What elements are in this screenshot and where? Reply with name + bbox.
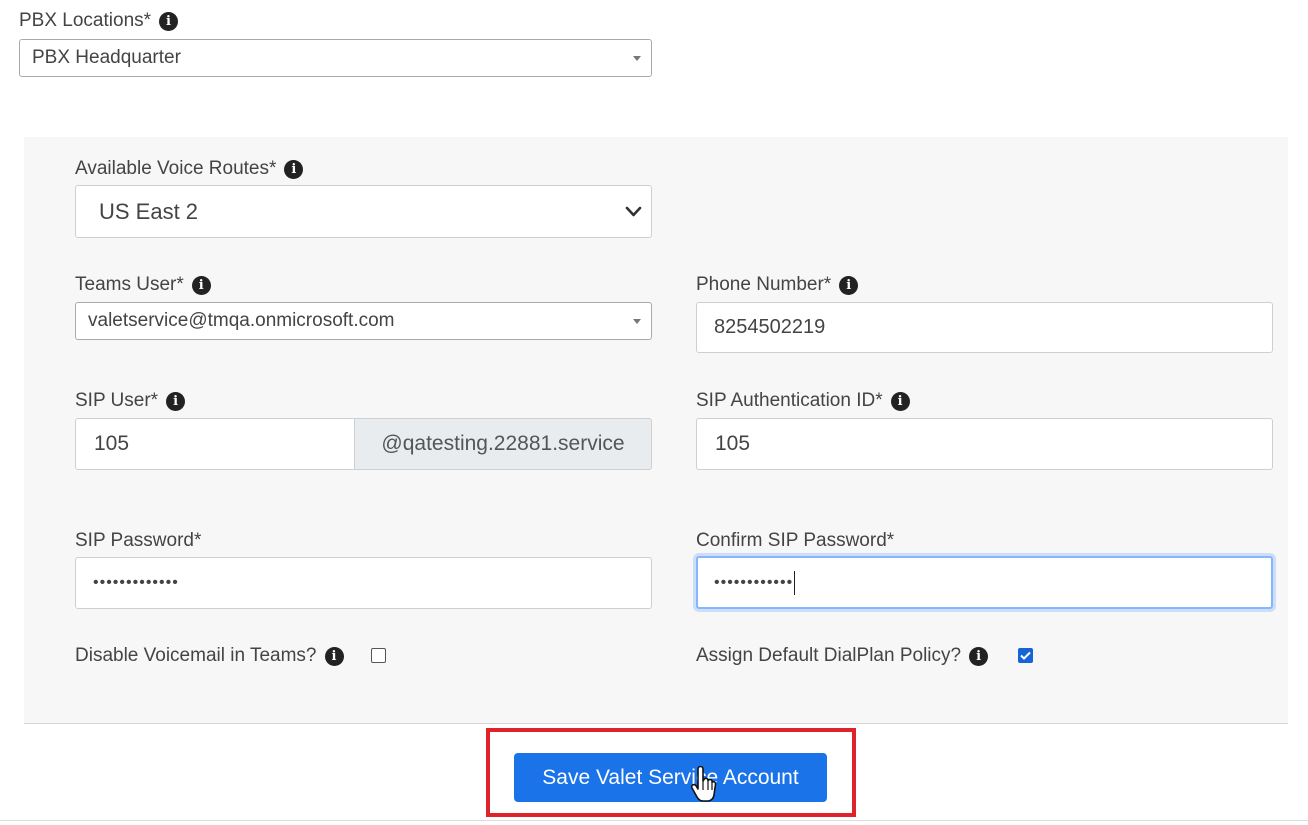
phone-number-label: Phone Number* i (696, 274, 859, 296)
text-cursor (794, 570, 796, 595)
sip-auth-id-input[interactable]: 105 (696, 418, 1273, 470)
sip-auth-id-value: 105 (715, 432, 751, 455)
phone-number-input[interactable]: 8254502219 (696, 302, 1273, 353)
info-icon[interactable]: i (324, 646, 344, 666)
default-dialplan-label: Assign Default DialPlan Policy? i (696, 645, 989, 667)
teams-user-label-text: Teams User* (75, 274, 184, 295)
save-valet-service-account-button[interactable]: Save Valet Service Account (514, 753, 827, 802)
phone-number-label-text: Phone Number* (696, 274, 832, 295)
chevron-down-icon (625, 206, 642, 217)
disable-voicemail-label-text: Disable Voicemail in Teams? (75, 645, 317, 666)
sip-user-domain-text: @qatesting.22881.service (381, 432, 625, 455)
save-button-label: Save Valet Service Account (542, 765, 799, 789)
sip-password-label-text: SIP Password* (75, 530, 202, 551)
confirm-sip-password-label: Confirm SIP Password* (696, 530, 894, 552)
voice-routes-label: Available Voice Routes* i (75, 158, 304, 180)
pbx-locations-select[interactable]: PBX Headquarter (19, 39, 652, 77)
sip-auth-id-label: SIP Authentication ID* i (696, 390, 910, 412)
info-icon[interactable]: i (191, 275, 211, 295)
voice-routes-label-text: Available Voice Routes* (75, 158, 277, 179)
teams-user-select[interactable]: valetservice@tmqa.onmicrosoft.com (75, 302, 652, 340)
caret-down-icon (633, 56, 641, 61)
info-icon[interactable]: i (166, 391, 186, 411)
checkmark-icon (1020, 651, 1031, 660)
sip-user-value: 105 (94, 432, 130, 455)
default-dialplan-label-text: Assign Default DialPlan Policy? (696, 645, 962, 666)
caret-down-icon (633, 319, 641, 324)
sip-password-label: SIP Password* (75, 530, 201, 552)
voice-routes-select[interactable]: US East 2 (75, 185, 652, 238)
sip-user-label-text: SIP User* (75, 390, 159, 411)
disable-voicemail-checkbox[interactable] (371, 648, 386, 663)
sip-auth-id-label-text: SIP Authentication ID* (696, 390, 883, 411)
sip-password-input[interactable]: ••••••••••••• (75, 557, 652, 609)
info-icon[interactable]: i (890, 391, 910, 411)
info-icon[interactable]: i (839, 275, 859, 295)
sip-user-input[interactable]: 105 (75, 418, 355, 470)
pbx-locations-label: PBX Locations* i (19, 10, 179, 32)
disable-voicemail-label: Disable Voicemail in Teams? i (75, 645, 344, 667)
info-icon[interactable]: i (159, 11, 179, 31)
teams-user-label: Teams User* i (75, 274, 211, 296)
info-icon[interactable]: i (284, 159, 304, 179)
sip-user-domain-addon: @qatesting.22881.service (354, 418, 652, 470)
default-dialplan-checkbox[interactable] (1018, 648, 1033, 663)
info-icon[interactable]: i (969, 646, 989, 666)
bottom-divider (0, 820, 1308, 821)
pbx-locations-label-text: PBX Locations* (19, 10, 152, 31)
sip-password-value: ••••••••••••• (93, 574, 179, 591)
sip-user-label: SIP User* i (75, 390, 186, 412)
pbx-locations-value: PBX Headquarter (32, 47, 181, 68)
confirm-sip-password-value: •••••••••••• (714, 573, 794, 591)
phone-number-value: 8254502219 (714, 316, 826, 338)
confirm-sip-password-input[interactable]: •••••••••••• (696, 556, 1273, 609)
teams-user-value: valetservice@tmqa.onmicrosoft.com (88, 310, 395, 331)
hand-cursor-icon (690, 766, 717, 802)
confirm-sip-password-label-text: Confirm SIP Password* (696, 530, 895, 551)
voice-routes-value: US East 2 (99, 198, 199, 224)
